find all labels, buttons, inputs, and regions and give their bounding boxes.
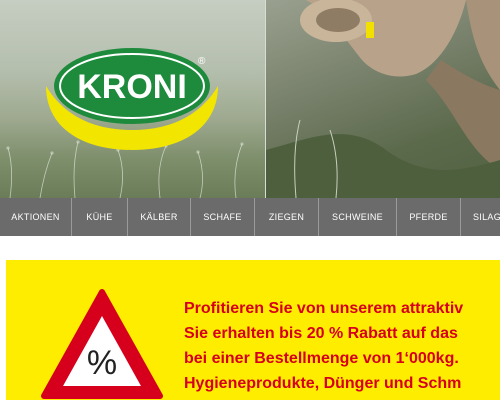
promo-banner: % Profitieren Sie von unserem attraktiv … [6, 260, 500, 400]
warning-triangle-icon: % [41, 289, 163, 399]
nav-item-ziegen[interactable]: ZIEGEN [255, 198, 319, 236]
registered-mark: ® [198, 56, 206, 67]
cow-illustration [266, 0, 500, 198]
hero-banner: KRONI ® [0, 0, 500, 198]
nav-item-pferde[interactable]: PFERDE [397, 198, 461, 236]
percent-symbol: % [87, 344, 117, 382]
nav-item-kuehe[interactable]: KÜHE [72, 198, 128, 236]
promo-line: Hygieneprodukte, Dünger und Schm [184, 375, 462, 392]
cow-photo [266, 0, 500, 198]
nav-item-kaelber[interactable]: KÄLBER [128, 198, 191, 236]
kroni-logo[interactable]: KRONI ® [40, 46, 225, 151]
nav-item-silage[interactable]: SILAG [461, 198, 500, 236]
promo-line: Profitieren Sie von unserem attraktiv [184, 300, 464, 317]
nav-item-aktionen[interactable]: AKTIONEN [0, 198, 72, 236]
main-navigation: AKTIONEN KÜHE KÄLBER SCHAFE ZIEGEN SCHWE… [0, 198, 500, 236]
promo-line: bei einer Bestellmenge von 1‘000kg. [184, 350, 459, 367]
nav-item-schafe[interactable]: SCHAFE [191, 198, 255, 236]
nav-item-schweine[interactable]: SCHWEINE [319, 198, 397, 236]
promo-line: Sie erhalten bis 20 % Rabatt auf das [184, 325, 458, 342]
logo-brand-text: KRONI [77, 68, 187, 106]
promo-text-block: Profitieren Sie von unserem attraktiv Si… [184, 296, 500, 396]
